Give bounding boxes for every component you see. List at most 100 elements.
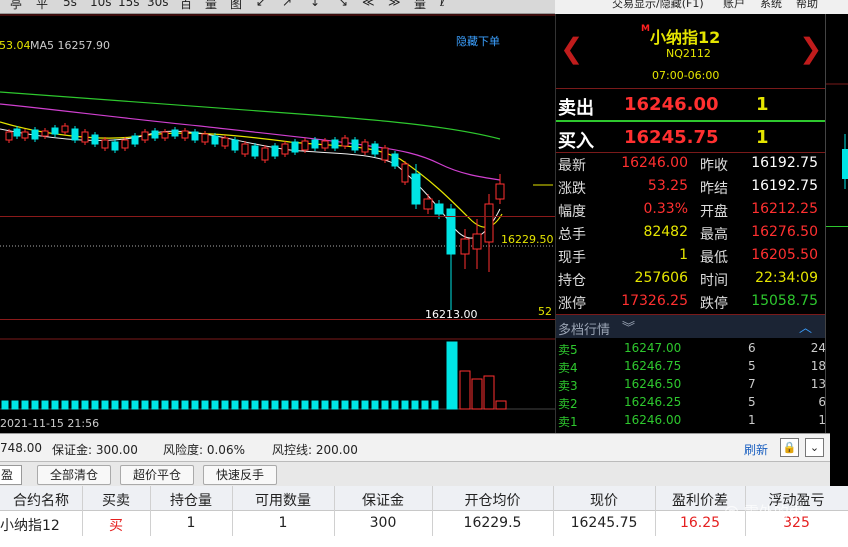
column-header[interactable]: 保证金 <box>334 490 432 510</box>
column-header[interactable]: 买卖 <box>82 490 150 510</box>
positions-header: 合约名称 买卖 持仓量 可用数量 保证金 开仓均价 现价 盈利价差 浮动盈亏 <box>0 486 848 511</box>
column-header[interactable]: 持仓量 <box>150 490 232 510</box>
column-header[interactable]: 开仓均价 <box>432 490 553 510</box>
quote-l2: 昨收 <box>700 158 728 174</box>
candle <box>371 143 379 155</box>
dropdown-icon[interactable]: ⌄ <box>805 438 824 457</box>
toolbar-item[interactable]: ↗ <box>282 0 292 9</box>
toolbar-item[interactable]: ≫ <box>388 0 401 9</box>
bid-bar[interactable]: 买入 16245.75 1 <box>556 120 826 152</box>
depth-row[interactable]: 卖1 16246.00 1 1 <box>556 411 826 429</box>
depth-row[interactable]: 卖3 16246.50 7 13 <box>556 375 826 393</box>
volume-bar <box>221 400 229 410</box>
candle <box>191 131 199 141</box>
quote-v1: 53.25 <box>647 178 688 194</box>
top-menu-item[interactable]: 交易显示/隐藏(F1) <box>612 0 704 11</box>
toolbar-item[interactable]: 亭 <box>10 0 22 12</box>
prev-contract-icon[interactable]: ❮ <box>560 32 583 65</box>
toolbar-item[interactable]: ℓ <box>440 0 445 9</box>
depth-row[interactable]: 卖2 16246.25 5 6 <box>556 393 826 411</box>
table-cell: 16229.5 <box>463 515 522 531</box>
hide-order-link[interactable]: 隐藏下单 <box>456 33 500 49</box>
volume-bar <box>421 400 429 410</box>
risk-degree: 风险度: 0.06% <box>163 443 245 457</box>
candle <box>311 139 319 149</box>
current-price-tag: 16229.50 <box>501 233 554 246</box>
depth-price: 16246.00 <box>624 413 682 427</box>
toolbar-item[interactable]: ↘ <box>338 0 348 9</box>
volume-bar <box>331 400 339 410</box>
depth-price: 16246.25 <box>624 395 682 409</box>
quote-v2: 15058.75 <box>751 293 818 309</box>
tab-profit[interactable]: 盈 <box>0 465 22 485</box>
toolbar-item[interactable]: 图 <box>230 0 242 12</box>
table-row[interactable]: 小纳指12 买 1 1 300 16229.5 16245.75 16.25 325 <box>0 511 848 536</box>
kline-chart[interactable]: 53.04 MA5 16257.90 隐藏下单 16229.50 16213.0… <box>0 14 555 433</box>
quote-row: 持仓 257606 时间 22:34:09 <box>556 267 826 290</box>
candle <box>131 135 139 145</box>
low-price-tag: 16213.00 <box>425 308 478 321</box>
volume-bar <box>351 400 359 410</box>
toolbar-item[interactable]: ≪ <box>362 0 375 9</box>
volume-bar <box>1 400 9 410</box>
quote-v2: 22:34:09 <box>755 270 818 286</box>
toolbar-item[interactable]: 百 <box>180 0 192 12</box>
toolbar-item[interactable]: 10s <box>90 0 112 9</box>
toolbar-item[interactable]: 15s <box>118 0 140 9</box>
over-price-close-button[interactable]: 超价平仓 <box>120 465 194 485</box>
candle <box>41 130 49 137</box>
toolbar-item[interactable]: 平 <box>36 0 48 12</box>
refresh-link[interactable]: 刷新 <box>744 441 768 458</box>
toolbar-item[interactable]: 量 <box>414 0 426 12</box>
candle <box>381 147 389 161</box>
depth-label: 卖5 <box>558 343 578 357</box>
quote-l1: 涨停 <box>558 296 586 312</box>
volume-bar <box>151 400 159 410</box>
chevron-up-icon[interactable]: ︿ <box>799 317 812 336</box>
candle <box>141 131 149 141</box>
depth-row[interactable]: 卖5 16247.00 6 24 <box>556 339 826 357</box>
depth-label: 卖1 <box>558 415 578 429</box>
candle <box>351 139 359 151</box>
positions-table: 合约名称 买卖 持仓量 可用数量 保证金 开仓均价 现价 盈利价差 浮动盈亏 小纳指12 买 1 1 3… <box>0 486 848 547</box>
quote-l2: 最高 <box>700 227 728 243</box>
double-chevron-down-icon[interactable]: ︾ <box>622 317 635 336</box>
toolbar-item[interactable]: ↓ <box>310 0 320 9</box>
candle <box>211 135 219 145</box>
column-header[interactable]: 合约名称 <box>0 490 82 510</box>
toolbar-item[interactable]: 30s <box>147 0 169 9</box>
ask-bar[interactable]: 卖出 16246.00 1 <box>556 88 826 120</box>
top-menu-item[interactable]: 账户 <box>723 0 745 11</box>
depth-label: 卖3 <box>558 379 578 393</box>
toolbar-item[interactable]: 量 <box>205 0 217 12</box>
volume-bar <box>251 400 259 410</box>
top-menu-item[interactable]: 帮助 <box>796 0 818 11</box>
contract-code: NQ2112 <box>666 47 711 60</box>
volume-bar <box>321 400 329 410</box>
watermark: @ 雪外的雨 <box>724 503 804 521</box>
lock-icon[interactable]: 🔒 <box>780 438 799 457</box>
quote-row: 涨停 17326.25 跌停 15058.75 <box>556 290 826 313</box>
candle <box>121 139 129 149</box>
quick-reverse-button[interactable]: 快速反手 <box>203 465 277 485</box>
toolbar-item[interactable]: 5s <box>63 0 77 9</box>
volume-bar <box>311 400 319 410</box>
toolbar-item[interactable]: ↙ <box>256 0 266 9</box>
candle <box>91 134 99 145</box>
depth-label: 卖4 <box>558 361 578 375</box>
volume-bar <box>459 370 471 410</box>
column-header[interactable]: 现价 <box>553 490 655 510</box>
next-contract-icon[interactable]: ❯ <box>799 32 822 65</box>
depth-price: 16246.50 <box>624 377 682 391</box>
candle <box>401 163 409 183</box>
ma-white-line <box>0 128 501 239</box>
depth-row[interactable]: 卖4 16246.75 5 18 <box>556 357 826 375</box>
column-header[interactable]: 可用数量 <box>232 490 334 510</box>
top-menu-item[interactable]: 系统 <box>760 0 782 11</box>
candle <box>434 203 444 215</box>
close-all-button[interactable]: 全部清仓 <box>37 465 111 485</box>
multi-level-header[interactable]: 多档行情 ︾ ︿ <box>556 314 826 338</box>
table-cell: 买 <box>109 518 123 534</box>
ma5-label: MA5 16257.90 <box>30 39 110 52</box>
candle <box>411 173 421 205</box>
